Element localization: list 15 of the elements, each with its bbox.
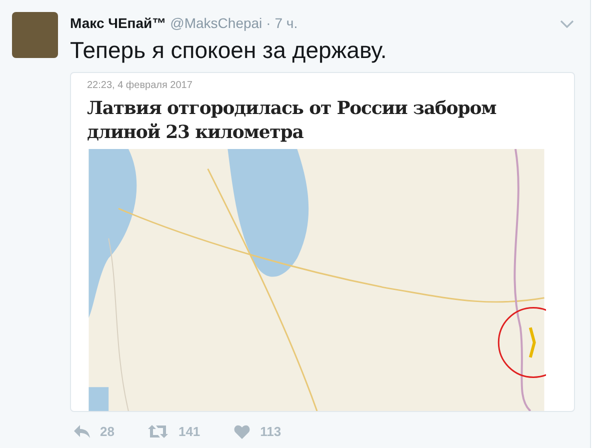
chevron-down-icon[interactable] <box>560 20 574 28</box>
like-button[interactable]: 113 <box>234 422 282 442</box>
retweet-button[interactable]: 141 <box>148 422 200 442</box>
user-handle[interactable]: @MaksChepai <box>170 13 262 34</box>
reply-icon <box>74 425 90 438</box>
heart-icon <box>234 424 250 439</box>
display-name[interactable]: Макс ЧЕпай™ <box>70 13 166 34</box>
embedded-screenshot[interactable]: 22:23, 4 февраля 2017 Латвия отгородилась от России забором длиной 23 километра <box>70 72 575 412</box>
tweet-time[interactable]: · 7 ч. <box>266 13 298 34</box>
reply-button[interactable]: 28 <box>74 422 114 442</box>
tweet-text: Теперь я спокоен за державу. <box>70 36 388 64</box>
avatar-placeholder[interactable] <box>12 12 58 58</box>
retweet-icon <box>148 425 168 438</box>
article-timestamp: 22:23, 4 февраля 2017 <box>87 79 194 93</box>
article-headline: Латвия отгородилась от России забором длиной 23 километра <box>87 97 498 145</box>
